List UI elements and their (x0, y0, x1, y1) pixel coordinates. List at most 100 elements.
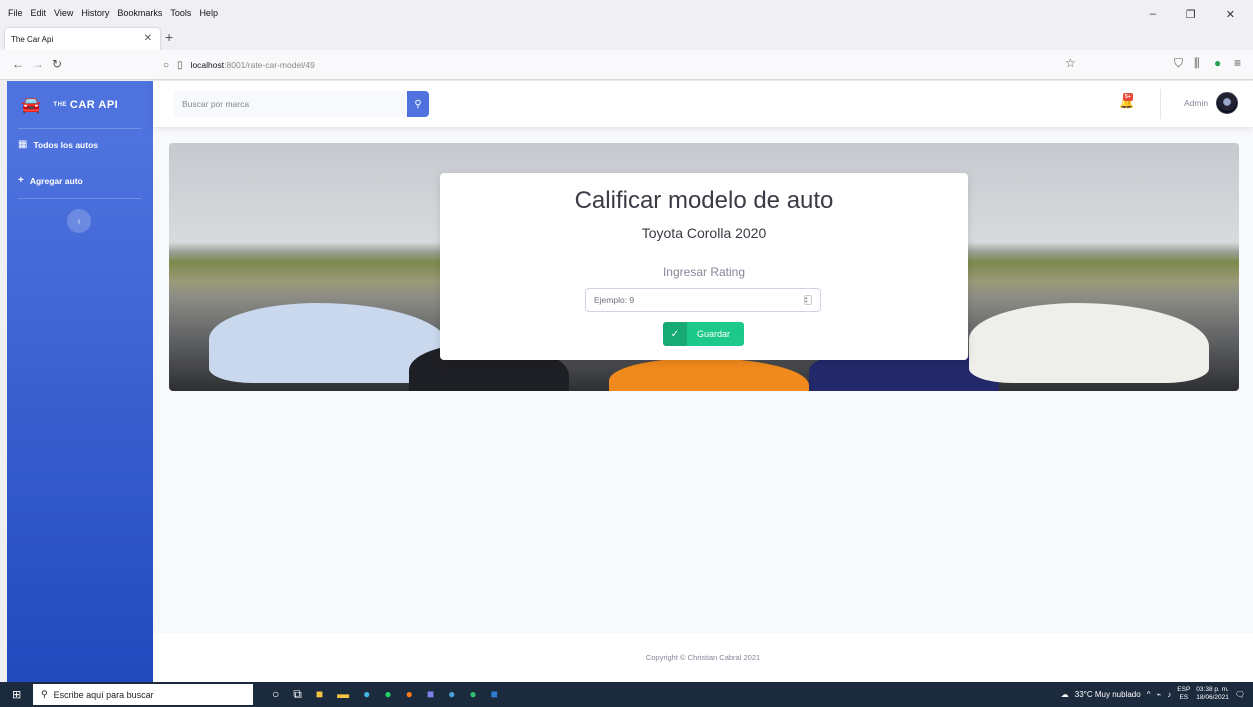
rating-card: Calificar modelo de auto Toyota Corolla … (440, 173, 968, 360)
firefox-icon[interactable]: ● (406, 687, 413, 702)
car-model-subtitle: Toyota Corolla 2020 (641, 225, 767, 241)
sidebar: 🚘 THE CAR API ▦ Todos los autos + Agrega… (7, 81, 153, 682)
page-title: Calificar modelo de auto (574, 187, 834, 214)
menu-file[interactable]: File (8, 8, 23, 18)
task-view-icon[interactable]: ⧉ (293, 687, 302, 702)
sidebar-divider (18, 128, 141, 129)
search-icon: ⚲ (41, 689, 48, 699)
plus-icon: + (18, 175, 24, 186)
restore-icon[interactable]: ❐ (1186, 8, 1196, 21)
bookmark-star-icon[interactable]: ☆ (1065, 56, 1076, 70)
tab-close-icon[interactable]: ✕ (144, 33, 152, 44)
whatsapp-icon[interactable]: ● (384, 687, 391, 702)
url-bar[interactable]: ○ ▯ localhost:8001/rate-car-model/49 (155, 54, 1088, 76)
browser-menubar: File Edit View History Bookmarks Tools H… (0, 0, 1253, 26)
pocket-icon[interactable]: ⛉ (1174, 56, 1183, 71)
menu-history[interactable]: History (81, 8, 109, 18)
search-button[interactable]: ⚲ (407, 91, 429, 117)
rating-placeholder: Ejemplo: 9 (594, 295, 635, 305)
sidebar-item-label: Agregar auto (29, 175, 83, 186)
search-input[interactable]: Buscar por marca (174, 91, 407, 117)
clock-time: 03:38 p. m. (1196, 686, 1229, 693)
menu-view[interactable]: View (54, 8, 73, 18)
save-button[interactable]: ✓ Guardar (663, 322, 744, 346)
search-icon: ⚲ (414, 98, 422, 110)
windows-start-icon[interactable]: ⊞ (12, 688, 21, 701)
car-image (609, 358, 809, 391)
word-icon[interactable]: ■ (491, 687, 498, 702)
taskbar-search-placeholder: Escribe aquí para buscar (53, 689, 154, 700)
sidebar-toggle-button[interactable]: ‹ (67, 209, 91, 233)
cloud-icon: ☁ (1060, 689, 1069, 699)
minimize-icon[interactable]: – (1150, 8, 1156, 21)
language-indicator[interactable]: ESP ES (1177, 686, 1190, 702)
menu-help[interactable]: Help (199, 8, 218, 18)
file-explorer-icon[interactable]: ▬ (337, 687, 349, 702)
save-button-label: Guardar (697, 329, 731, 339)
system-tray: ☁ 33°C Muy nublado ^ ⌁ ♪ ESP ES 03:38 p.… (1061, 686, 1245, 702)
notification-icon[interactable]: 🗨 (1235, 690, 1245, 699)
app-icon[interactable]: ● (469, 687, 476, 702)
forward-icon[interactable]: → (32, 57, 44, 71)
number-stepper-icon[interactable]: ▴ ▾ (804, 295, 812, 305)
topbar: Buscar por marca ⚲ 🔔 5+ Admin (153, 81, 1253, 127)
cortana-icon[interactable]: ○ (272, 687, 279, 702)
url-path: :8001/rate-car-model/49 (224, 60, 315, 70)
brand-sup: THE (53, 102, 67, 108)
check-icon: ✓ (663, 322, 687, 346)
brand-link[interactable]: 🚘 THE CAR API (7, 81, 153, 129)
chevron-up-icon[interactable]: ^ (1147, 690, 1151, 699)
tab-title: The Car Api (11, 34, 54, 44)
store-icon[interactable]: ■ (316, 687, 323, 702)
sidebar-item-todos-los-autos[interactable]: ▦ Todos los autos (18, 139, 98, 150)
chat-icon[interactable]: ● (448, 687, 455, 702)
teams-icon[interactable]: ■ (427, 687, 434, 702)
menu-edit[interactable]: Edit (31, 8, 47, 18)
taskbar-apps: ○ ⧉ ■ ▬ ● ● ● ■ ● ● ■ (272, 687, 498, 702)
user-name[interactable]: Admin (1184, 98, 1208, 108)
sidebar-item-agregar-auto[interactable]: + Agregar auto (18, 175, 83, 186)
footer: Copyright © Christian Cabral 2021 (153, 633, 1253, 682)
lang-top: ESP (1177, 686, 1191, 693)
close-window-icon[interactable]: ✕ (1226, 8, 1235, 21)
menu-tools[interactable]: Tools (170, 8, 191, 18)
browser-tab[interactable]: The Car Api ✕ (5, 28, 160, 50)
back-icon[interactable]: ← (12, 57, 24, 71)
url-host: localhost (190, 60, 225, 70)
new-tab-icon[interactable]: + (165, 29, 173, 45)
sidebar-divider (18, 198, 141, 199)
edge-icon[interactable]: ● (363, 687, 370, 702)
search-placeholder: Buscar por marca (182, 99, 250, 109)
alert-badge: 5+ (1123, 93, 1133, 101)
table-icon: ▦ (18, 139, 28, 150)
weather-text[interactable]: 33°C Muy nublado (1075, 690, 1141, 699)
topbar-divider (1160, 89, 1161, 119)
window-controls: – ❐ ✕ (1150, 8, 1243, 21)
shield-icon[interactable]: ○ (163, 60, 169, 71)
rating-input[interactable]: Ejemplo: 9 ▴ ▾ (585, 288, 821, 312)
rating-label: Ingresar Rating (662, 265, 746, 279)
extension-icon[interactable]: ● (1214, 56, 1221, 70)
sidebar-item-label: Todos los autos (33, 139, 98, 150)
taskbar-search-input[interactable]: ⚲ Escribe aquí para buscar (33, 684, 253, 705)
avatar[interactable] (1216, 92, 1238, 114)
copyright-text: Copyright © Christian Cabral 2021 (645, 653, 761, 662)
clock-date: 18/06/2021 (1196, 694, 1229, 701)
reload-icon[interactable]: ↻ (52, 57, 62, 71)
app-wrapper: 🚘 THE CAR API ▦ Todos los autos + Agrega… (7, 81, 1253, 682)
menu-bookmarks[interactable]: Bookmarks (117, 8, 162, 18)
car-icon: 🚘 (21, 97, 42, 114)
hamburger-menu-icon[interactable]: ≡ (1234, 56, 1241, 70)
navigation-bar: ← → ↻ ○ ▯ localhost:8001/rate-car-model/… (0, 50, 1253, 80)
page-icon: ▯ (177, 59, 183, 71)
tab-bar: The Car Api ✕ + (0, 26, 1253, 50)
lang-bottom: ES (1179, 694, 1189, 701)
volume-icon[interactable]: ♪ (1167, 690, 1171, 699)
brand-text: CAR API (69, 99, 119, 111)
network-icon[interactable]: ⌁ (1156, 690, 1161, 699)
os-taskbar: ⊞ ⚲ Escribe aquí para buscar ○ ⧉ ■ ▬ ● ●… (0, 682, 1253, 707)
clock[interactable]: 03:38 p. m. 18/06/2021 (1196, 686, 1229, 702)
car-image (969, 303, 1209, 383)
chevron-left-icon: ‹ (77, 215, 81, 227)
library-icon[interactable]: ⫼ (1194, 56, 1200, 71)
